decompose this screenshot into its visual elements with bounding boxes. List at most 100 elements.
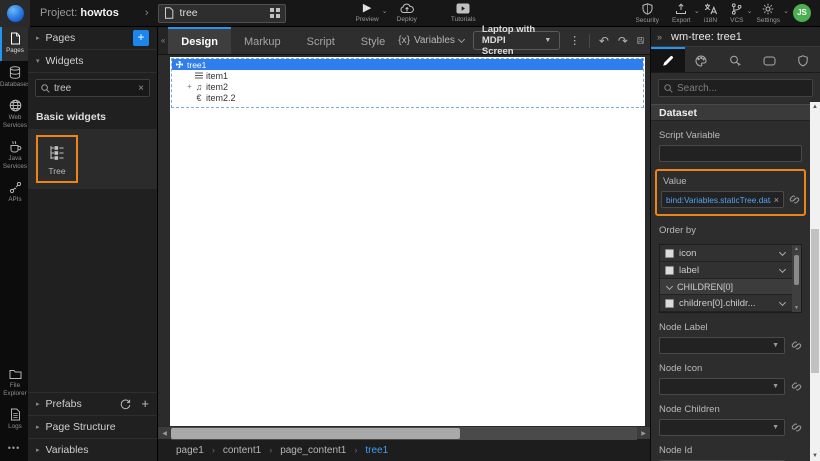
tab-markup[interactable]: Markup <box>231 27 294 54</box>
scroll-right-icon[interactable]: ▶ <box>637 427 650 440</box>
refresh-icon[interactable] <box>120 399 131 410</box>
clear-search-icon[interactable]: × <box>138 83 144 94</box>
hscroll-track[interactable] <box>171 427 637 440</box>
order-list-scrollbar[interactable]: ▲ ▼ <box>792 245 801 312</box>
export-button[interactable]: Export ⌄ <box>672 3 691 24</box>
breadcrumb-tree1[interactable]: tree1 <box>365 445 388 456</box>
tree-item-row[interactable]: + ♫ item2 <box>172 81 643 92</box>
node-children-select[interactable]: ▼ <box>659 419 785 436</box>
rail-item-databases[interactable]: Databases <box>0 61 28 95</box>
preview-button[interactable]: ▶ Preview ⌄ <box>356 3 379 23</box>
inspector-scroll-thumb[interactable] <box>811 229 819 373</box>
device-preview-dropdown[interactable]: Laptop with MDPI Screen ▼ <box>473 31 560 50</box>
page-structure-section-header[interactable]: ▸ Page Structure <box>28 415 157 438</box>
bind-link-icon[interactable] <box>789 194 800 205</box>
chevron-down-icon[interactable] <box>779 265 786 272</box>
order-group-children[interactable]: CHILDREN[0] <box>660 279 792 295</box>
tab-script[interactable]: Script <box>294 27 348 54</box>
hscroll-thumb[interactable] <box>171 428 460 439</box>
breadcrumb-content1[interactable]: content1 <box>223 445 261 456</box>
node-label-select[interactable]: ▼ <box>659 337 785 354</box>
user-avatar[interactable]: JS <box>793 4 811 22</box>
prefabs-section-header[interactable]: ▸ Prefabs + <box>28 392 157 415</box>
pages-section-header[interactable]: ▸ Pages + <box>28 27 157 50</box>
add-prefab-button[interactable]: + <box>141 399 149 409</box>
widget-search-input[interactable]: tree × <box>35 79 150 97</box>
chevron-down-icon[interactable]: ⌄ <box>783 7 789 15</box>
rail-item-java-services[interactable]: Java Services <box>0 135 28 176</box>
node-icon-select[interactable]: ▼ <box>659 378 785 395</box>
chevron-down-icon[interactable]: ⌄ <box>694 7 700 15</box>
i18n-button[interactable]: i18N <box>704 3 717 24</box>
chevron-down-icon[interactable] <box>779 298 786 305</box>
scroll-down-icon[interactable]: ▼ <box>792 304 801 312</box>
app-logo-button[interactable] <box>0 0 30 27</box>
tree-node-selected[interactable]: tree1 <box>172 59 643 70</box>
script-variable-input[interactable] <box>659 145 802 162</box>
variables-dropdown[interactable]: {x} Variables <box>398 35 464 46</box>
tab-events[interactable] <box>719 47 753 72</box>
tree-item-row[interactable]: € item2.2 <box>172 92 643 103</box>
tab-design[interactable]: Design <box>168 27 231 54</box>
shield-icon <box>642 3 653 15</box>
rail-item-apis[interactable]: APIs <box>0 176 28 210</box>
grid-icon[interactable] <box>270 8 280 18</box>
inspector-scrollbar[interactable]: ▲ ▼ <box>810 102 820 461</box>
bind-link-icon[interactable] <box>791 422 802 433</box>
breadcrumb-page-content1[interactable]: page_content1 <box>280 445 346 456</box>
checkbox-icon[interactable] <box>665 299 674 308</box>
rail-item-logs[interactable]: Logs <box>0 403 28 437</box>
selected-tree-widget[interactable]: tree1 item1 + ♫ item2 <box>171 58 644 108</box>
value-input[interactable]: bind:Variables.staticTree.dataSet × <box>661 191 784 208</box>
expand-icon[interactable]: + <box>185 82 194 91</box>
undo-button[interactable]: ↶ <box>599 34 609 48</box>
security-button[interactable]: Security <box>635 3 658 24</box>
scroll-left-icon[interactable]: ◀ <box>158 427 171 440</box>
widgets-section-header[interactable]: ▾ Widgets <box>28 50 157 73</box>
checkbox-icon[interactable] <box>665 249 674 258</box>
scroll-up-icon[interactable]: ▲ <box>792 245 801 253</box>
chevron-down-icon[interactable] <box>779 248 786 255</box>
search-icon <box>41 84 50 93</box>
tree-widget-tile[interactable]: Tree <box>36 135 78 183</box>
collapse-right-panel-button[interactable]: » <box>654 32 665 42</box>
dataset-section-header[interactable]: Dataset <box>651 104 810 121</box>
tutorials-button[interactable]: Tutorials <box>451 3 476 23</box>
redo-button[interactable]: ↷ <box>618 34 628 48</box>
design-canvas[interactable]: tree1 item1 + ♫ item2 <box>170 57 645 426</box>
clear-binding-icon[interactable]: × <box>774 195 779 205</box>
vcs-button[interactable]: VCS ⌄ <box>730 3 743 24</box>
tab-security[interactable] <box>786 47 820 72</box>
scroll-down-icon[interactable]: ▼ <box>810 451 820 461</box>
kebab-menu-icon[interactable]: ⋮ <box>569 36 580 46</box>
canvas-horizontal-scrollbar[interactable]: ◀ ▶ <box>158 426 650 439</box>
chevron-down-icon[interactable]: ⌄ <box>382 7 388 15</box>
rail-item-web-services[interactable]: Web Services <box>0 94 28 135</box>
order-row-icon[interactable]: icon <box>660 245 792 262</box>
tab-device[interactable] <box>752 47 786 72</box>
order-scroll-thumb[interactable] <box>794 255 799 285</box>
chevron-down-icon[interactable]: ⌄ <box>747 7 753 15</box>
collapse-left-panel-button[interactable]: « <box>158 27 168 54</box>
more-icon[interactable]: ••• <box>0 437 28 461</box>
bind-link-icon[interactable] <box>791 340 802 351</box>
tab-styles[interactable] <box>685 47 719 72</box>
add-page-button[interactable]: + <box>133 30 149 46</box>
scroll-up-icon[interactable]: ▲ <box>810 102 820 112</box>
breadcrumb-page1[interactable]: page1 <box>176 445 204 456</box>
page-selector[interactable]: tree <box>158 4 286 23</box>
order-row-children[interactable]: children[0].childr... <box>660 295 792 312</box>
property-search-input[interactable]: Search... <box>658 79 813 97</box>
tab-style[interactable]: Style <box>348 27 398 54</box>
order-row-label-field[interactable]: label <box>660 262 792 279</box>
bind-link-icon[interactable] <box>791 381 802 392</box>
checkbox-icon[interactable] <box>665 266 674 275</box>
rail-item-pages[interactable]: Pages <box>0 27 28 61</box>
save-button[interactable] <box>637 34 644 47</box>
rail-item-file-explorer[interactable]: File Explorer <box>0 364 28 403</box>
tab-properties[interactable] <box>651 47 685 72</box>
variables-section-header[interactable]: ▸ Variables <box>28 438 157 461</box>
tree-item-row[interactable]: item1 <box>172 70 643 81</box>
deploy-button[interactable]: Deploy <box>397 3 417 23</box>
settings-button[interactable]: Settings ⌄ <box>757 3 781 24</box>
